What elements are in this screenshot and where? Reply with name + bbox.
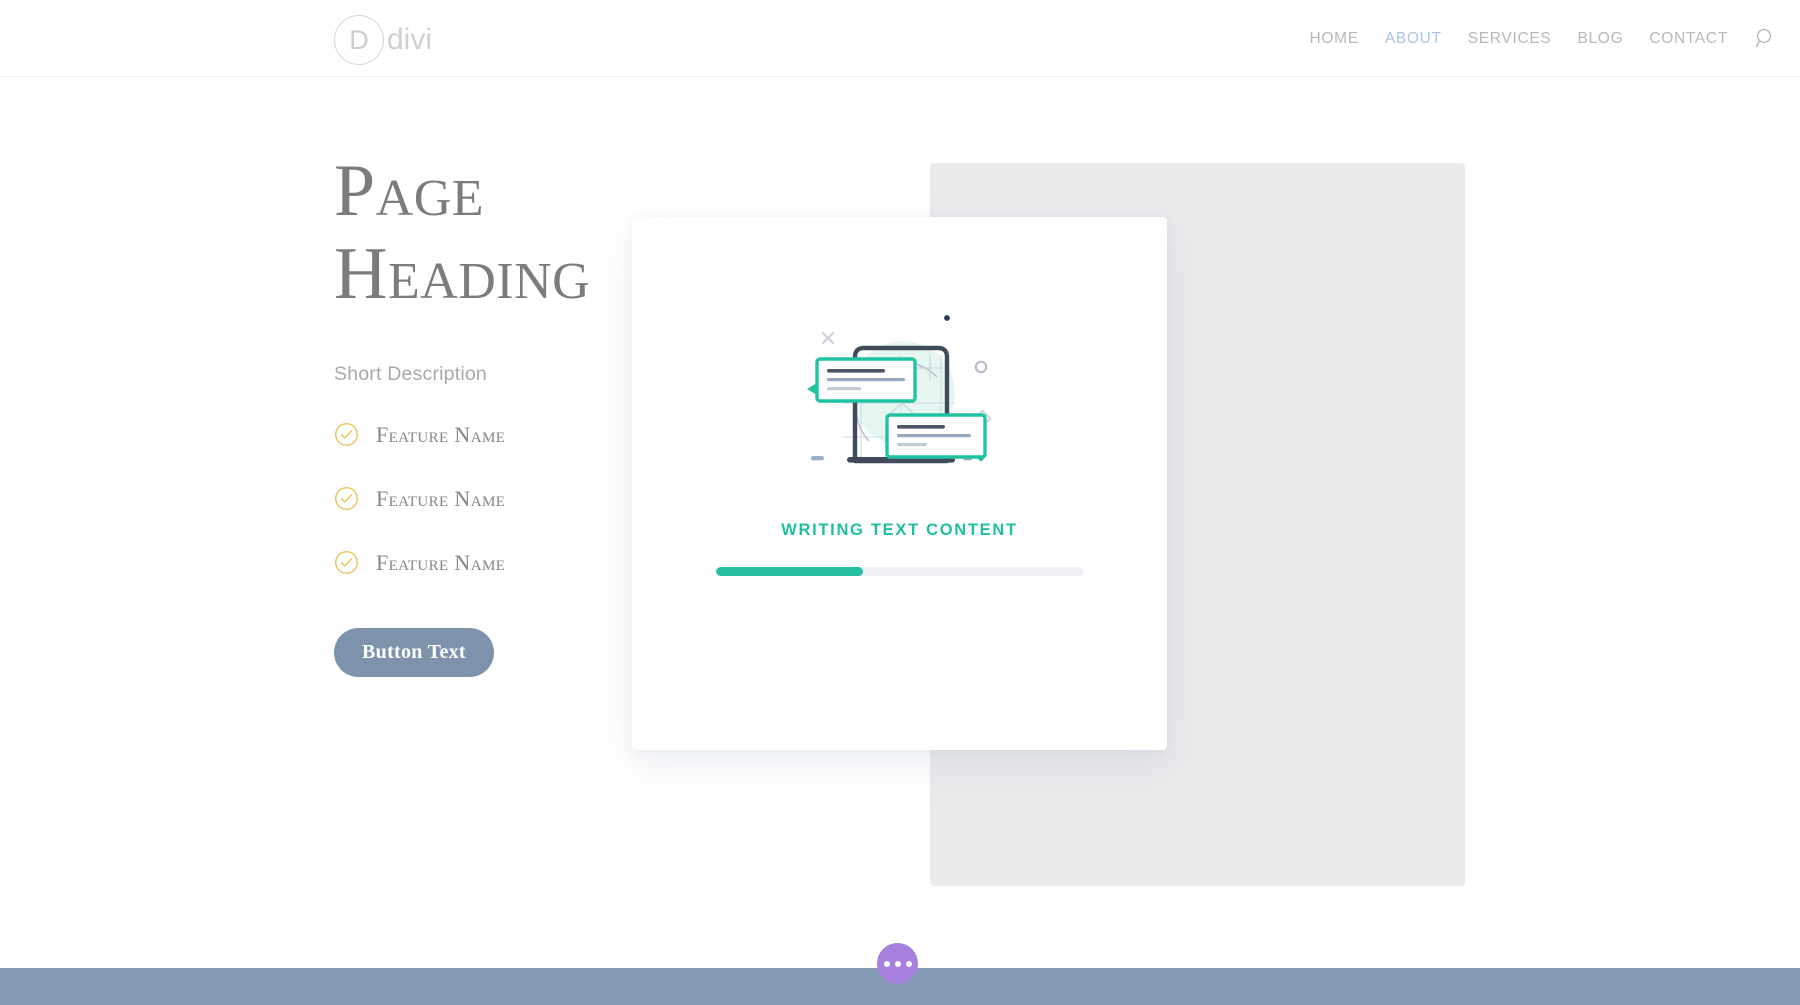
divi-logo[interactable]: D divi bbox=[334, 15, 432, 65]
circle-check-icon bbox=[335, 551, 358, 575]
search-icon bbox=[1755, 28, 1772, 48]
search-button[interactable] bbox=[1741, 28, 1800, 49]
progress-bar-fill bbox=[715, 567, 863, 576]
nav-item-blog[interactable]: BLOG bbox=[1564, 30, 1636, 48]
progress-card: WRITING TEXT CONTENT bbox=[632, 217, 1167, 750]
ellipsis-icon bbox=[883, 960, 890, 967]
nav-item-home[interactable]: HOME bbox=[1297, 30, 1372, 48]
circle-check-icon bbox=[335, 423, 358, 447]
main-navigation: HOME ABOUT SERVICES BLOG CONTACT bbox=[1297, 0, 1800, 77]
feature-label: Feature Name bbox=[376, 549, 506, 575]
cta-button[interactable]: Button Text bbox=[334, 627, 494, 677]
progress-bar bbox=[715, 567, 1084, 576]
nav-item-contact[interactable]: CONTACT bbox=[1636, 30, 1741, 48]
divi-logo-word: divi bbox=[387, 23, 433, 56]
site-header: D divi HOME ABOUT SERVICES BLOG CONTACT bbox=[0, 0, 1800, 77]
nav-item-services[interactable]: SERVICES bbox=[1455, 30, 1565, 48]
feature-label: Feature Name bbox=[376, 421, 506, 447]
nav-item-about[interactable]: ABOUT bbox=[1372, 30, 1455, 48]
card-title: WRITING TEXT CONTENT bbox=[781, 521, 1018, 539]
more-options-fab[interactable] bbox=[877, 943, 918, 984]
ellipsis-icon bbox=[905, 960, 912, 967]
writing-text-content-illustration bbox=[806, 315, 992, 464]
ellipsis-icon bbox=[894, 960, 901, 967]
circle-check-icon bbox=[335, 487, 358, 511]
divi-logo-icon: D bbox=[334, 15, 384, 65]
feature-label: Feature Name bbox=[376, 485, 506, 511]
page-root: D divi HOME ABOUT SERVICES BLOG CONTACT … bbox=[0, 0, 1800, 1005]
